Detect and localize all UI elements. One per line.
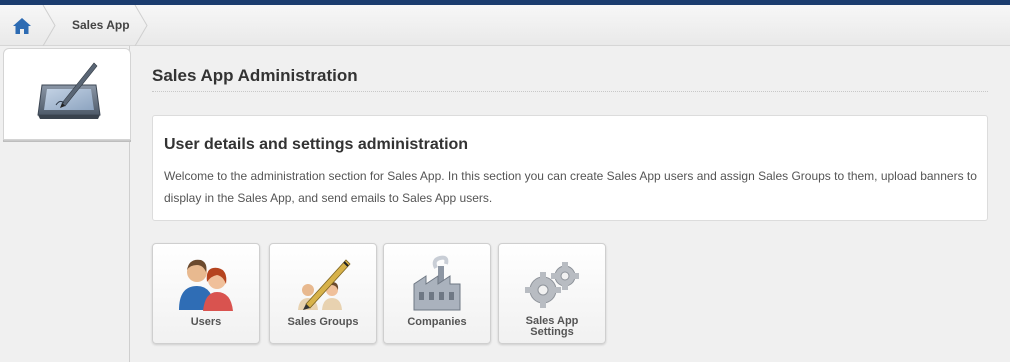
gears-icon [525, 262, 579, 308]
breadcrumb-separator [42, 5, 56, 46]
info-panel: User details and settings administration… [152, 115, 988, 221]
panel-title: User details and settings administration [164, 136, 469, 153]
settings-tile-button[interactable]: Sales App Settings [498, 243, 606, 344]
title-divider [152, 91, 988, 92]
sidebar [0, 46, 131, 362]
panel-description: Welcome to the administration section fo… [164, 169, 977, 205]
tablet-pen-icon [37, 62, 101, 119]
users-tile-label: Users [190, 316, 222, 328]
sidebar-app-card [3, 48, 131, 140]
settings-tile-label-line2: Settings [530, 326, 574, 338]
main-content: Sales App Administration User details an… [131, 46, 1010, 362]
companies-tile-button[interactable]: Companies [383, 243, 491, 344]
breadcrumb: Sales App [0, 5, 1010, 46]
users-tile-button[interactable]: Users [152, 243, 260, 344]
companies-tile-label: Companies [407, 316, 467, 328]
sales-groups-tile-label: Sales Groups [287, 316, 359, 328]
page-title: Sales App Administration [152, 66, 358, 85]
factory-icon [413, 255, 461, 311]
users-icon [179, 259, 233, 311]
sales-groups-icon [298, 259, 351, 310]
breadcrumb-separator [134, 5, 148, 46]
sales-groups-tile-button[interactable]: Sales Groups [269, 243, 377, 344]
breadcrumb-item-sales-app[interactable]: Sales App [72, 18, 130, 32]
breadcrumb-home[interactable] [0, 5, 44, 46]
home-icon[interactable] [12, 17, 32, 35]
